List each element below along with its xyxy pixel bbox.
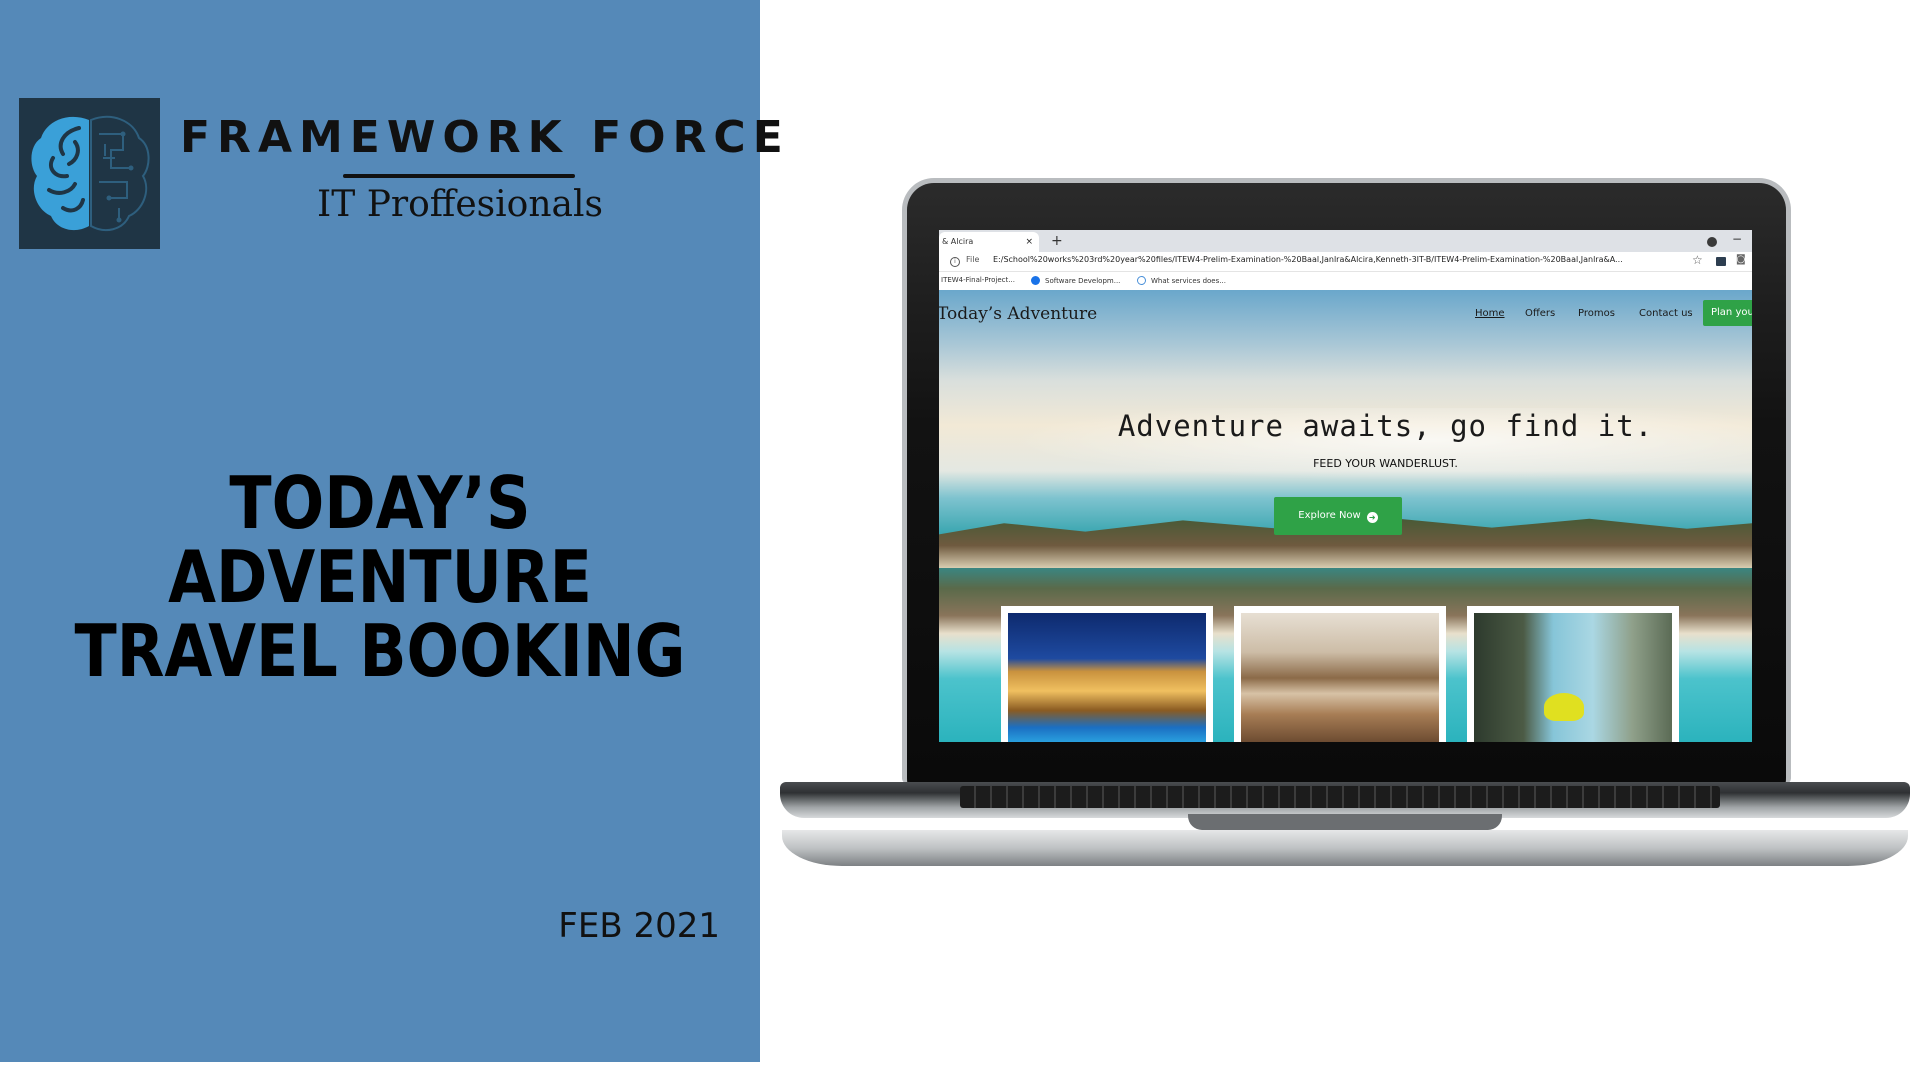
laptop-base-bottom [782,830,1908,866]
left-panel: FRAMEWORK FORCE IT Proffesionals TODAY’S… [0,0,790,1062]
hotel-image [1008,613,1206,742]
bookmark-item[interactable]: ITEW4-Final-Project... [941,276,1015,284]
url-text[interactable]: E:/School%20works%203rd%20year%20files/I… [993,255,1683,264]
nav-promos[interactable]: Promos [1578,308,1615,319]
laptop-screen: & Alcira × + − i File E:/School%20works%… [939,230,1752,742]
headline-line-2: TRAVEL BOOKING [74,609,686,693]
bookmark-favicon-icon [1031,276,1040,285]
bookmark-label: Software Developm... [1045,277,1121,285]
laptop-notch [1188,814,1502,830]
star-icon[interactable]: ☆ [1692,253,1703,267]
bookmark-item[interactable]: What services does... [1137,276,1226,285]
browser-tab-title: & Alcira [942,237,974,246]
new-tab-icon[interactable]: + [1051,233,1063,249]
hero-subtitle: FEED YOUR WANDERLUST. [1313,457,1458,470]
plan-trip-button[interactable]: Plan you [1703,300,1752,326]
info-icon[interactable]: i [950,257,960,267]
arrow-right-circle-icon: ➜ [1366,512,1378,523]
brand-title: FRAMEWORK FORCE [180,112,790,163]
bookmark-favicon-icon [1137,276,1146,285]
minimize-icon[interactable]: − [1732,232,1742,246]
airplane-cabin-image [1241,613,1439,742]
hero-title: Adventure awaits, go find it. [1117,409,1654,443]
brain-circuit-icon [19,98,160,249]
laptop-keyboard [960,786,1720,808]
offer-card-flight[interactable] [1234,606,1446,742]
website-viewport: Today’s Adventure Home Offers Promos Con… [939,290,1752,742]
extension-icon[interactable] [1716,257,1726,266]
nav-home[interactable]: Home [1475,308,1505,319]
nav-offers[interactable]: Offers [1525,308,1555,319]
brand-divider [343,174,575,178]
explore-now-button[interactable]: Explore Now ➜ [1274,497,1402,535]
bookmark-item[interactable]: Software Developm... [1031,276,1120,285]
address-file-label: File [966,255,980,264]
offer-card-hotel[interactable] [1001,606,1213,742]
close-icon[interactable]: × [1025,232,1033,252]
address-bar[interactable]: i File E:/School%20works%203rd%20year%20… [939,252,1752,272]
brand-subtitle: IT Proffesionals [317,184,603,225]
profile-icon[interactable] [1707,237,1717,247]
camera-icon[interactable]: ◙ [1736,254,1746,265]
browser-tab-bar: & Alcira × + − [939,230,1752,252]
bookmark-label: What services does... [1151,277,1226,285]
offer-card-kayak[interactable] [1467,606,1679,742]
browser-tab[interactable]: & Alcira × [939,232,1039,252]
presentation-headline: TODAY’S ADVENTURE TRAVEL BOOKING [70,466,689,688]
bookmarks-bar: ITEW4-Final-Project... Software Developm… [939,272,1752,290]
site-logo[interactable]: Today’s Adventure [939,304,1097,324]
explore-now-label: Explore Now [1298,510,1361,521]
kayak-image [1474,613,1672,742]
nav-contact[interactable]: Contact us [1639,308,1693,319]
presentation-date: FEB 2021 [558,906,720,946]
headline-line-1: TODAY’S ADVENTURE [168,461,592,619]
bookmark-label: ITEW4-Final-Project... [941,276,1015,284]
